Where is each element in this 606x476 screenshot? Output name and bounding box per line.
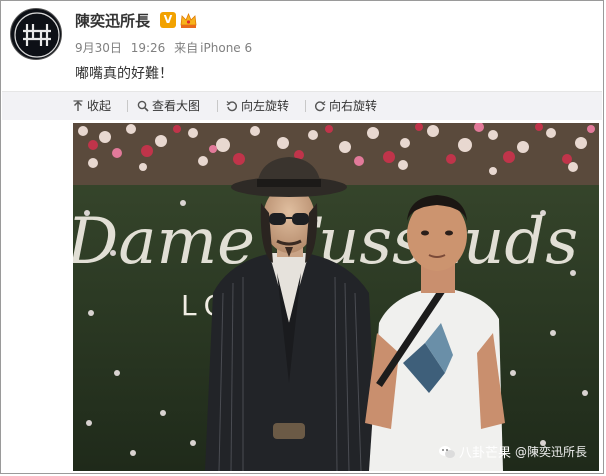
image-toolbar: 收起 查看大图 向左旋转 向右旋转 (2, 91, 602, 120)
post-photo[interactable]: Dame Tussauds LO 八卦芒果 @陳奕迅所長 (73, 123, 599, 471)
post-time[interactable]: 19:26 (131, 41, 166, 55)
rotate-right-button[interactable]: 向右旋转 (314, 97, 377, 114)
magnifier-icon (137, 100, 149, 112)
rotate-right-icon (314, 100, 326, 111)
crown-icon (180, 12, 197, 28)
collapse-icon (73, 99, 83, 111)
collapse-label: 收起 (87, 99, 112, 113)
username[interactable]: 陳奕迅所長 (75, 10, 150, 31)
post-source[interactable]: iPhone 6 (200, 41, 252, 55)
rotate-right-label: 向右旋转 (329, 99, 378, 113)
toolbar-divider (305, 100, 306, 112)
avatar[interactable] (10, 8, 62, 60)
rotate-left-label: 向左旋转 (241, 99, 290, 113)
weibo-post-card: 陳奕迅所長 V 9月30日 19:26 来自 iPhone 6 嘟嘴真的好難！ 收… (0, 0, 604, 474)
post-meta: 9月30日 19:26 来自 iPhone 6 (75, 39, 257, 56)
toolbar-divider (217, 100, 218, 112)
wechat-icon (438, 445, 455, 458)
vip-badge-icon: V (160, 12, 176, 28)
view-large-label: 查看大图 (152, 99, 201, 113)
avatar-logo-icon (14, 12, 60, 58)
toolbar-divider (127, 100, 128, 112)
photo-scene: Dame Tussauds LO (73, 123, 599, 471)
rotate-left-icon (226, 100, 238, 111)
collapse-button[interactable]: 收起 (72, 97, 111, 114)
post-text: 嘟嘴真的好難！ (75, 66, 173, 82)
watermark: 八卦芒果 @陳奕迅所長 (438, 442, 587, 461)
post-date[interactable]: 9月30日 (75, 41, 122, 55)
source-prefix: 来自 (174, 41, 199, 55)
watermark-handle: @陳奕迅所長 (514, 445, 587, 459)
view-large-button[interactable]: 查看大图 (137, 97, 200, 114)
flower-wall (73, 123, 599, 185)
watermark-brand: 八卦芒果 (458, 446, 511, 461)
rotate-left-button[interactable]: 向左旋转 (226, 97, 289, 114)
